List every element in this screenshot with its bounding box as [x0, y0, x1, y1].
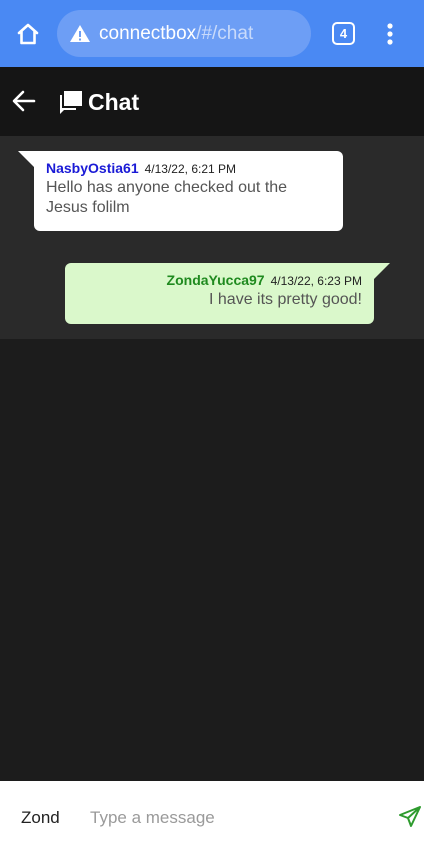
- warning-icon: [69, 23, 91, 45]
- tab-switcher-button[interactable]: 4: [332, 22, 355, 45]
- message-input[interactable]: [82, 801, 382, 835]
- composer-bar: Zond: [0, 781, 424, 854]
- message-text: I have its pretty good!: [209, 291, 362, 308]
- browser-toolbar: connectbox/#/chat 4: [0, 0, 424, 67]
- bubble-tail: [374, 263, 390, 279]
- message-incoming: NasbyOstia61 4/13/22, 6:21 PM Hello has …: [18, 151, 343, 231]
- message-outgoing: ZondaYucca97 4/13/22, 6:23 PM I have its…: [65, 263, 390, 324]
- username-label: Zond: [21, 808, 60, 827]
- message-timestamp: 4/13/22, 6:21 PM: [144, 162, 237, 176]
- message-list[interactable]: NasbyOstia61 4/13/22, 6:21 PM Hello has …: [0, 136, 424, 339]
- message-meta: NasbyOstia61 4/13/22, 6:21 PM: [46, 160, 331, 176]
- page-title: Chat: [88, 89, 140, 115]
- message-timestamp: 4/13/22, 6:23 PM: [270, 274, 362, 288]
- arrow-back-icon[interactable]: [10, 87, 38, 115]
- message-sender: ZondaYucca97: [166, 272, 265, 288]
- url-text: connectbox/#/chat: [99, 23, 253, 45]
- home-icon[interactable]: [14, 20, 42, 48]
- chat-icon: [58, 88, 84, 114]
- bubble-tail: [18, 151, 34, 167]
- url-host: connectbox: [99, 22, 197, 44]
- message-sender: NasbyOstia61: [46, 160, 139, 176]
- send-icon[interactable]: [398, 805, 422, 829]
- address-bar[interactable]: connectbox/#/chat: [57, 10, 311, 57]
- message-meta: ZondaYucca97 4/13/22, 6:23 PM: [77, 272, 362, 288]
- app-header: Chat: [0, 67, 424, 136]
- url-path: /#/chat: [196, 22, 254, 44]
- message-text: Hello has anyone checked out the Jesus f…: [46, 179, 288, 216]
- more-vert-icon[interactable]: [380, 20, 400, 48]
